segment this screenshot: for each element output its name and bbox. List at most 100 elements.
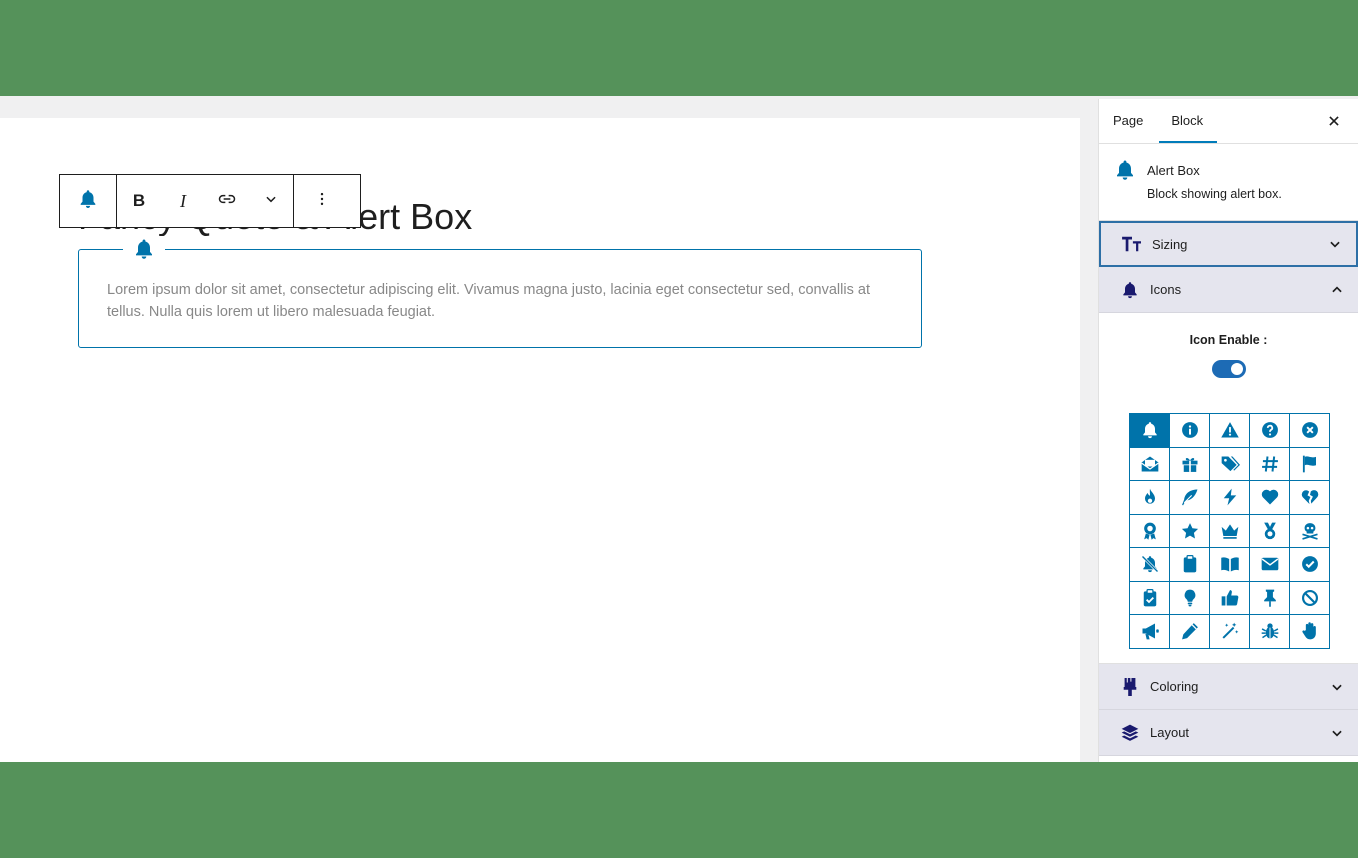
icon-option[interactable] [1130, 514, 1170, 548]
icon-option[interactable] [1210, 414, 1250, 448]
icon-option[interactable] [1170, 514, 1210, 548]
icon-option[interactable] [1170, 548, 1210, 582]
icon-option[interactable] [1290, 514, 1330, 548]
more-formats-button[interactable] [249, 175, 293, 227]
icon-option[interactable] [1250, 548, 1290, 582]
icon-option[interactable] [1210, 581, 1250, 615]
icon-option[interactable] [1130, 447, 1170, 481]
hand-icon [1301, 622, 1316, 640]
block-description: Block showing alert box. [1147, 187, 1282, 201]
bold-button[interactable]: B [117, 175, 161, 227]
link-icon [217, 189, 237, 214]
tab-page[interactable]: Page [1113, 99, 1143, 143]
medal-icon [1263, 522, 1276, 539]
icon-enable-toggle[interactable] [1212, 360, 1246, 378]
close-circle-icon [1301, 422, 1318, 439]
icon-option[interactable] [1210, 514, 1250, 548]
text-size-icon [1121, 235, 1143, 253]
icon-option[interactable] [1290, 447, 1330, 481]
block-type-group [60, 175, 116, 227]
panel-sizing[interactable]: Sizing [1099, 221, 1358, 267]
chevron-down-icon [1332, 684, 1342, 690]
icon-option[interactable] [1130, 615, 1170, 649]
panel-label: Layout [1150, 725, 1190, 740]
panel-icons[interactable]: Icons [1099, 267, 1358, 313]
icon-option[interactable] [1130, 581, 1170, 615]
thumbs-up-icon [1221, 589, 1238, 606]
icons-panel-body: Icon Enable : [1099, 313, 1358, 664]
icon-option[interactable] [1290, 481, 1330, 515]
alert-box[interactable]: Lorem ipsum dolor sit amet, consectetur … [78, 236, 922, 348]
icon-option[interactable] [1250, 514, 1290, 548]
book-open-icon [1220, 557, 1239, 572]
icon-option[interactable] [1250, 447, 1290, 481]
vertical-ellipsis-icon [313, 190, 331, 213]
lightbulb-icon [1184, 589, 1195, 607]
icon-option[interactable] [1290, 548, 1330, 582]
bell-icon [1119, 280, 1141, 300]
icon-option[interactable] [1210, 615, 1250, 649]
warning-triangle-icon [1220, 422, 1239, 438]
skull-crossbones-icon [1301, 522, 1318, 540]
format-group: B I [116, 175, 293, 227]
italic-button[interactable]: I [161, 175, 205, 227]
panel-layout[interactable]: Layout [1099, 710, 1358, 756]
pencil-icon [1181, 623, 1198, 640]
icon-option[interactable] [1250, 414, 1290, 448]
icon-option[interactable] [1130, 414, 1170, 448]
icon-enable-label: Icon Enable : [1189, 333, 1268, 347]
icon-option[interactable] [1210, 548, 1250, 582]
close-icon[interactable] [1324, 111, 1344, 131]
feather-icon [1181, 489, 1197, 506]
icon-option[interactable] [1130, 481, 1170, 515]
star-icon [1181, 522, 1198, 539]
question-circle-icon [1261, 422, 1278, 439]
bell-icon [77, 188, 99, 215]
icon-option[interactable] [1170, 447, 1210, 481]
chevron-up-icon [1332, 286, 1342, 292]
ban-icon [1301, 589, 1318, 606]
icon-option[interactable] [1170, 414, 1210, 448]
panel-coloring[interactable]: Coloring [1099, 664, 1358, 710]
bug-icon [1261, 623, 1278, 639]
bell-icon [1113, 158, 1137, 187]
bell-icon [123, 236, 165, 262]
heart-broken-icon [1301, 490, 1318, 505]
icon-option[interactable] [1170, 581, 1210, 615]
envelope-open-icon [1140, 456, 1159, 472]
icon-option[interactable] [1290, 581, 1330, 615]
icon-option[interactable] [1290, 414, 1330, 448]
block-type-button[interactable] [60, 175, 116, 227]
magic-wand-icon [1222, 622, 1238, 639]
gift-icon [1182, 457, 1197, 472]
alert-text[interactable]: Lorem ipsum dolor sit amet, consectetur … [107, 279, 885, 323]
icon-option[interactable] [1250, 481, 1290, 515]
icon-option[interactable] [1170, 481, 1210, 515]
icon-option[interactable] [1170, 615, 1210, 649]
panel-label: Sizing [1152, 236, 1188, 252]
paint-brush-icon [1119, 677, 1141, 697]
panel-label: Coloring [1150, 679, 1199, 694]
icon-option[interactable] [1250, 615, 1290, 649]
icon-option[interactable] [1250, 581, 1290, 615]
options-button[interactable] [294, 175, 350, 227]
icon-option[interactable] [1290, 615, 1330, 649]
block-toolbar: B I [59, 174, 361, 228]
icon-option[interactable] [1210, 481, 1250, 515]
sidebar-tabs: Page Block [1099, 99, 1358, 144]
clipboard-check-icon [1143, 588, 1156, 607]
icon-option[interactable] [1210, 447, 1250, 481]
clipboard-icon [1183, 555, 1196, 573]
fire-icon [1144, 488, 1155, 504]
layers-icon [1119, 723, 1141, 743]
icon-option[interactable] [1130, 548, 1170, 582]
editor-canvas[interactable]: Fancy Quote & Alert Box B I [0, 118, 1080, 762]
bell-slash-icon [1141, 555, 1158, 573]
block-card: Alert Box Block showing alert box. [1099, 144, 1358, 221]
tab-block[interactable]: Block [1159, 99, 1217, 143]
link-button[interactable] [205, 175, 249, 227]
chevron-down-icon [1332, 730, 1342, 736]
bullhorn-icon [1142, 623, 1159, 640]
hashtag-icon [1261, 456, 1278, 472]
info-circle-icon [1181, 422, 1198, 439]
